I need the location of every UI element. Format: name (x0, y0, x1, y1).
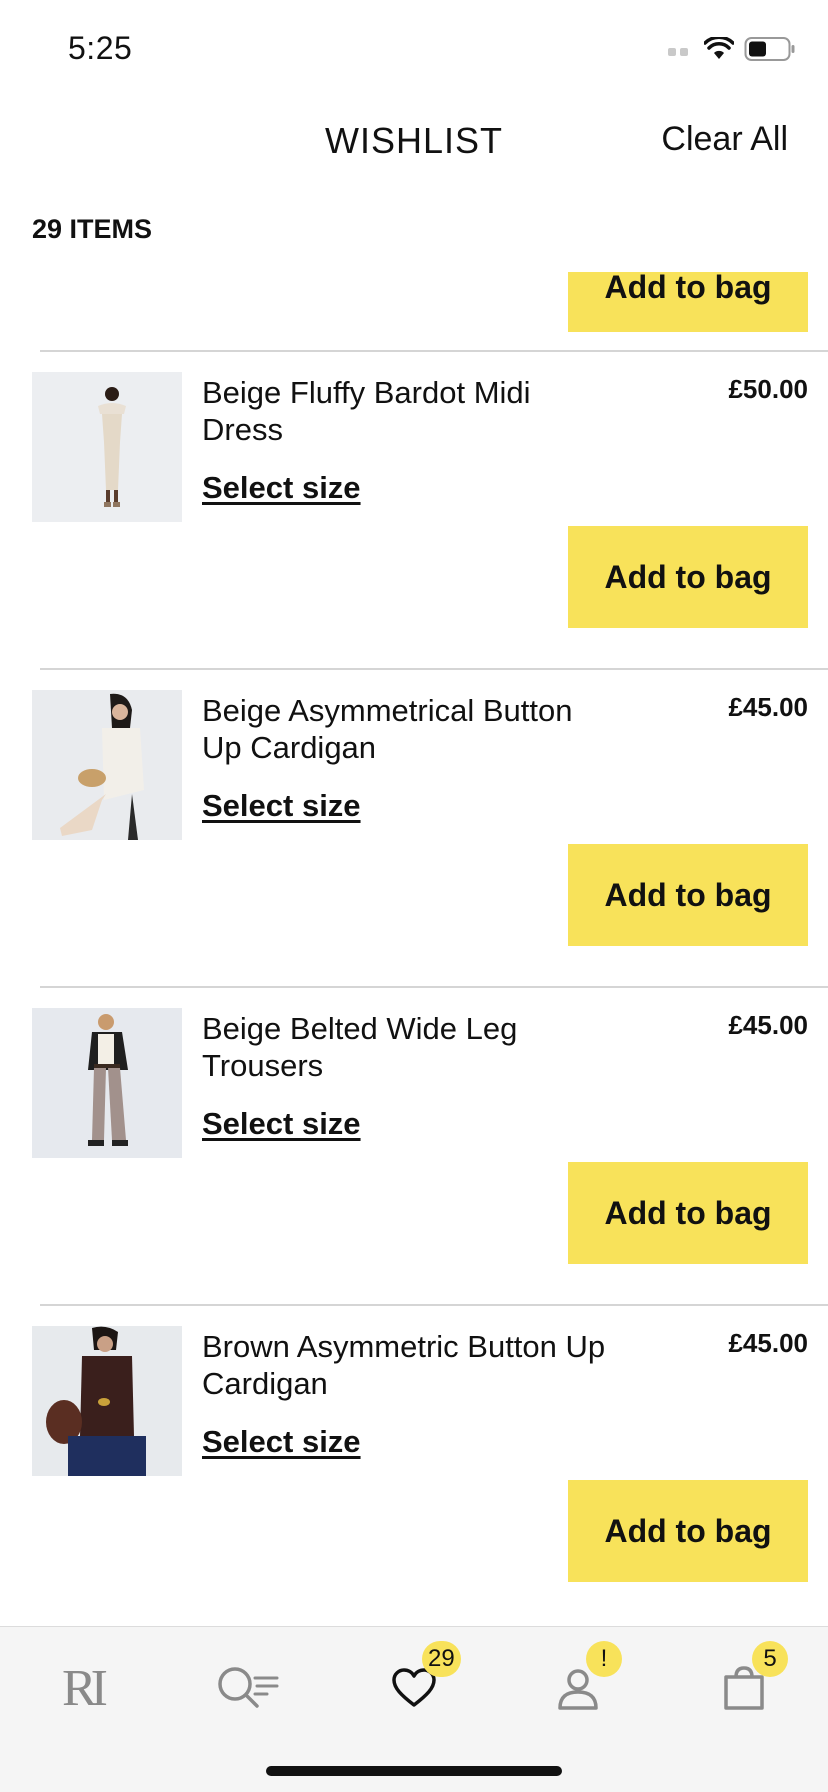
wishlist-item: Brown Asymmetric Button Up Cardigan £45.… (0, 1306, 828, 1624)
bag-count-badge: 5 (752, 1641, 788, 1677)
tab-wishlist[interactable]: 29 (374, 1641, 461, 1723)
product-price: £45.00 (728, 1010, 808, 1040)
add-to-bag-button[interactable]: Add to bag (568, 526, 808, 628)
add-to-bag-button[interactable]: Add to bag (568, 1480, 808, 1582)
product-image[interactable] (32, 690, 182, 840)
product-name[interactable]: Beige Fluffy Bardot Midi Dress (202, 374, 612, 448)
tab-home[interactable]: RI (42, 1653, 122, 1723)
tab-bag[interactable]: 5 (704, 1641, 788, 1723)
wishlist-badge: 29 (422, 1641, 461, 1677)
wifi-icon (704, 37, 734, 59)
header: WISHLIST Clear All (0, 100, 828, 180)
account-alert-badge: ! (586, 1641, 622, 1677)
add-to-bag-button[interactable]: Add to bag (568, 1162, 808, 1264)
product-image[interactable] (32, 372, 182, 522)
battery-icon (744, 37, 795, 61)
product-name[interactable]: Beige Asymmetrical Button Up Cardigan (202, 692, 612, 766)
add-to-bag-button[interactable]: Add to bag (568, 272, 808, 332)
cellular-signal-icon (668, 42, 688, 56)
wishlist-item: Beige Fluffy Bardot Midi Dress £50.00 Se… (0, 352, 828, 670)
wishlist-item: Beige Belted Wide Leg Trousers £45.00 Se… (0, 988, 828, 1306)
add-to-bag-button[interactable]: Add to bag (568, 844, 808, 946)
wishlist-list[interactable]: Add to bag Beige Fluffy Bardot Midi Dres… (0, 272, 828, 1626)
status-time: 5:25 (68, 30, 133, 66)
wishlist-item: Beige Asymmetrical Button Up Cardigan £4… (0, 670, 828, 988)
select-size-link[interactable]: Select size (202, 1424, 361, 1460)
items-count: 29 ITEMS (32, 214, 153, 244)
home-indicator (266, 1766, 562, 1776)
product-name[interactable]: Brown Asymmetric Button Up Cardigan (202, 1328, 612, 1402)
logo-icon: RI (62, 1659, 108, 1717)
product-price: £45.00 (728, 1328, 808, 1358)
select-size-link[interactable]: Select size (202, 470, 361, 506)
search-icon (218, 1667, 279, 1708)
product-name[interactable]: Beige Belted Wide Leg Trousers (202, 1010, 612, 1084)
tab-account[interactable]: ! (538, 1641, 622, 1723)
product-price: £50.00 (728, 374, 808, 404)
product-image[interactable] (32, 1326, 182, 1476)
product-price: £45.00 (728, 692, 808, 722)
tab-search[interactable] (208, 1653, 288, 1723)
select-size-link[interactable]: Select size (202, 788, 361, 824)
clear-all-button[interactable]: Clear All (661, 120, 788, 159)
product-image[interactable] (32, 1008, 182, 1158)
select-size-link[interactable]: Select size (202, 1106, 361, 1142)
status-bar: 5:25 (0, 0, 828, 90)
status-icons (668, 34, 796, 64)
